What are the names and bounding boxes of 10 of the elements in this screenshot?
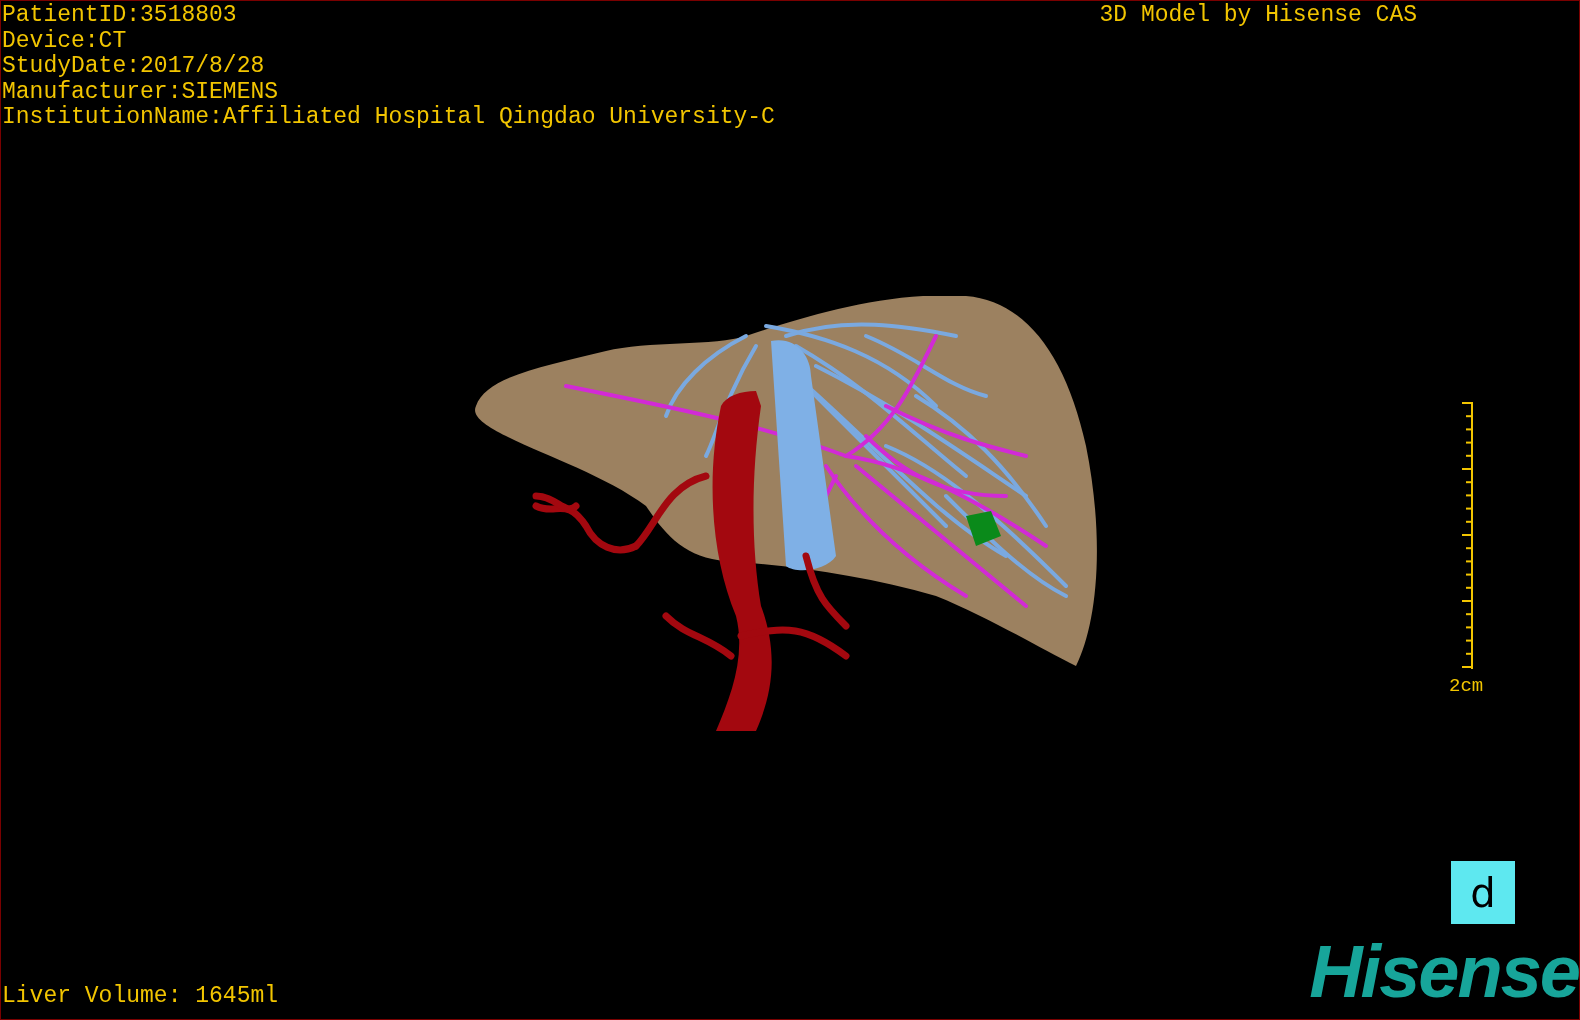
orientation-marker: d — [1451, 861, 1515, 924]
brand-logo: Hisense — [1309, 937, 1579, 1007]
study-info-line: Device:CT — [2, 28, 128, 54]
study-info-line: StudyDate:2017/8/28 — [2, 54, 266, 80]
scale-label: 2cm — [1449, 675, 1484, 697]
study-info-line: InstitutionName:Affiliated Hospital Qingdao University-C — [2, 105, 775, 131]
study-info-line: Manufacturer:SIEMENS — [2, 79, 280, 105]
study-info-line: PatientID:3518803 — [2, 3, 238, 29]
liver-volume-label: Liver Volume: 1645ml — [2, 984, 279, 1009]
model-credit: 3D Model by Hisense CAS — [1099, 3, 1417, 29]
